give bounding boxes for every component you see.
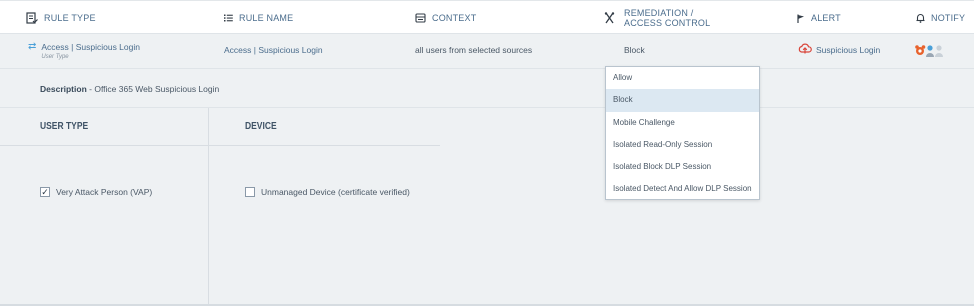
table-header: RULE TYPE RULE NAME CONTEXT REMEDIATION …: [0, 0, 974, 34]
rule-name-value: Access | Suspicious Login: [224, 45, 323, 55]
unmanaged-device-checkbox[interactable]: [245, 187, 255, 197]
rule-type-header-label: RULE TYPE: [44, 13, 96, 23]
context-card-icon: [415, 13, 426, 23]
column-rule-type[interactable]: RULE TYPE: [26, 1, 96, 35]
dropdown-option-block[interactable]: Block: [606, 89, 759, 112]
list-icon: [224, 14, 233, 22]
swap-arrows-icon: ⇄: [28, 41, 37, 52]
alert-value: Suspicious Login: [816, 44, 881, 55]
tools-icon: [604, 12, 615, 24]
notify-header-label: NOTIFY: [931, 13, 966, 23]
column-rule-name[interactable]: RULE NAME: [224, 1, 293, 35]
bell-icon: [916, 13, 925, 23]
remediation-header-line2: ACCESS CONTROL: [624, 18, 711, 28]
context-header-label: CONTEXT: [432, 13, 477, 23]
cloud-alert-icon: [798, 43, 812, 56]
rule-type-subtitle: User Type: [41, 54, 69, 60]
rule-name-header-label: RULE NAME: [239, 13, 294, 23]
notify-cell[interactable]: [914, 44, 948, 60]
dropdown-option-mobile-challenge[interactable]: Mobile Challenge: [606, 112, 759, 134]
user-type-option[interactable]: ✓ Very Attack Person (VAP): [40, 187, 152, 197]
context-value: all users from selected sources: [415, 45, 533, 55]
alert-header-label: ALERT: [811, 13, 841, 23]
section-divider: [0, 145, 208, 146]
rule-type-cell[interactable]: ⇄ Access | Suspicious Login User Type: [28, 41, 140, 61]
table-row[interactable]: ⇄ Access | Suspicious Login User Type Ac…: [0, 34, 974, 69]
remediation-select[interactable]: Block: [624, 45, 645, 55]
column-notify[interactable]: NOTIFY: [916, 1, 965, 35]
user-avatars-icon: [914, 44, 948, 60]
rule-detail-panel: USER TYPE DEVICE ✓ Very Attack Person (V…: [0, 108, 974, 306]
section-divider: [209, 145, 440, 146]
vap-label: Very Attack Person (VAP): [56, 187, 153, 197]
description-bar: Description - Office 365 Web Suspicious …: [0, 69, 974, 108]
flag-icon: [797, 14, 805, 23]
rule-type-value: Access | Suspicious Login: [41, 42, 140, 52]
description-value: Office 365 Web Suspicious Login: [94, 84, 220, 94]
device-heading: DEVICE: [245, 121, 277, 132]
dropdown-option-isolated-read-only[interactable]: Isolated Read-Only Session: [606, 134, 759, 156]
column-divider: [208, 108, 209, 306]
remediation-dropdown[interactable]: Allow Block Mobile Challenge Isolated Re…: [605, 66, 760, 200]
device-option[interactable]: Unmanaged Device (certificate verified): [245, 187, 410, 197]
vap-checkbox[interactable]: ✓: [40, 187, 50, 197]
dropdown-option-isolated-detect-allow-dlp[interactable]: Isolated Detect And Allow DLP Session: [606, 178, 759, 200]
alert-cell[interactable]: Suspicious Login: [798, 43, 880, 56]
description-label: Description: [40, 84, 87, 94]
unmanaged-device-label: Unmanaged Device (certificate verified): [261, 187, 410, 197]
dropdown-option-isolated-block-dlp[interactable]: Isolated Block DLP Session: [606, 156, 759, 178]
remediation-header-line1: REMEDIATION /: [624, 8, 694, 18]
column-remediation[interactable]: REMEDIATION / ACCESS CONTROL: [604, 1, 710, 35]
column-alert[interactable]: ALERT: [797, 1, 841, 35]
checklist-doc-icon: [26, 12, 38, 24]
dropdown-option-allow[interactable]: Allow: [606, 67, 759, 89]
user-type-heading: USER TYPE: [40, 121, 89, 132]
column-context[interactable]: CONTEXT: [415, 1, 476, 35]
